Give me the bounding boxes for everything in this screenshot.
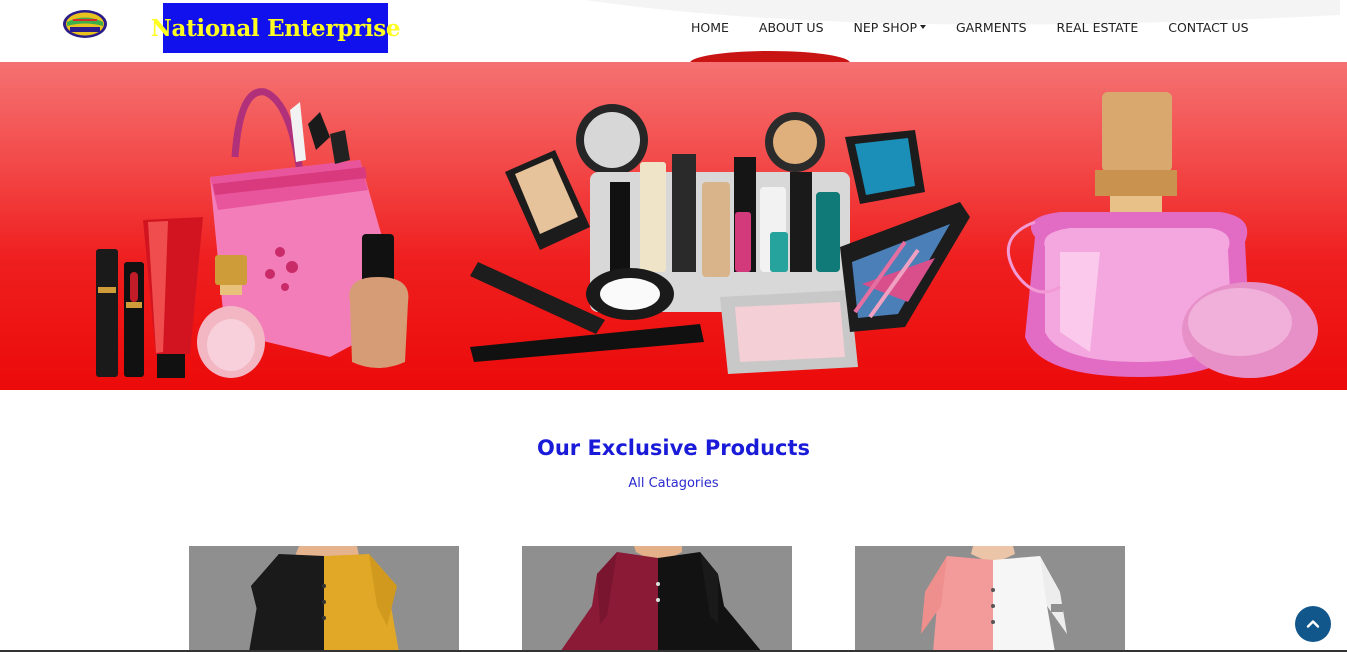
main-nav: HOME ABOUT US NEP SHOP GARMENTS REAL EST… bbox=[691, 19, 1249, 35]
nav-home[interactable]: HOME bbox=[691, 19, 729, 35]
nav-nep-shop-dropdown[interactable]: NEP SHOP bbox=[854, 19, 926, 35]
caret-down-icon bbox=[920, 25, 926, 29]
nav-garments[interactable]: GARMENTS bbox=[956, 19, 1027, 35]
hero-banner bbox=[0, 62, 1347, 390]
brand-logo[interactable]: National Enterprise bbox=[151, 3, 401, 53]
black-yellow-kurti-product-image bbox=[249, 546, 399, 652]
chevron-up-icon bbox=[1306, 620, 1320, 628]
product-card-3[interactable] bbox=[855, 546, 1125, 652]
nav-real-estate[interactable]: REAL ESTATE bbox=[1057, 19, 1139, 35]
maroon-black-kurti-product-image bbox=[560, 546, 762, 652]
nav-about-us[interactable]: ABOUT US bbox=[759, 19, 824, 35]
nav-garments-label: GARMENTS bbox=[956, 19, 1027, 35]
product-card-2[interactable] bbox=[522, 546, 792, 652]
brand-name: National Enterprise bbox=[150, 14, 401, 42]
nav-contact-us-label: CONTACT US bbox=[1168, 19, 1249, 35]
nav-nep-shop-label: NEP SHOP bbox=[853, 19, 917, 35]
cosmetics-cluster-illustration bbox=[470, 104, 970, 374]
site-header: National Enterprise HOME ABOUT US NEP SH… bbox=[0, 0, 1347, 62]
lipsticks-illustration bbox=[96, 249, 144, 377]
products-section-title: Our Exclusive Products bbox=[536, 436, 811, 460]
red-tube-illustration bbox=[143, 217, 203, 378]
perfume-bottle-large-illustration bbox=[1006, 92, 1318, 378]
national-enterprise-emblem-icon[interactable] bbox=[62, 9, 108, 39]
nav-about-us-label: ABOUT US bbox=[758, 19, 824, 35]
cosmetics-banner bbox=[96, 88, 1318, 378]
all-categories-link[interactable]: All Catagories bbox=[628, 476, 718, 491]
scroll-to-top-button[interactable] bbox=[1295, 606, 1331, 642]
product-card-1[interactable] bbox=[189, 546, 459, 652]
nav-contact-us[interactable]: CONTACT US bbox=[1168, 19, 1248, 35]
peach-white-kurti-product-image bbox=[921, 546, 1067, 652]
nav-home-label: HOME bbox=[691, 19, 729, 35]
nav-real-estate-label: REAL ESTATE bbox=[1056, 19, 1139, 35]
products-section-subtitle: All Catagories bbox=[0, 476, 1347, 491]
